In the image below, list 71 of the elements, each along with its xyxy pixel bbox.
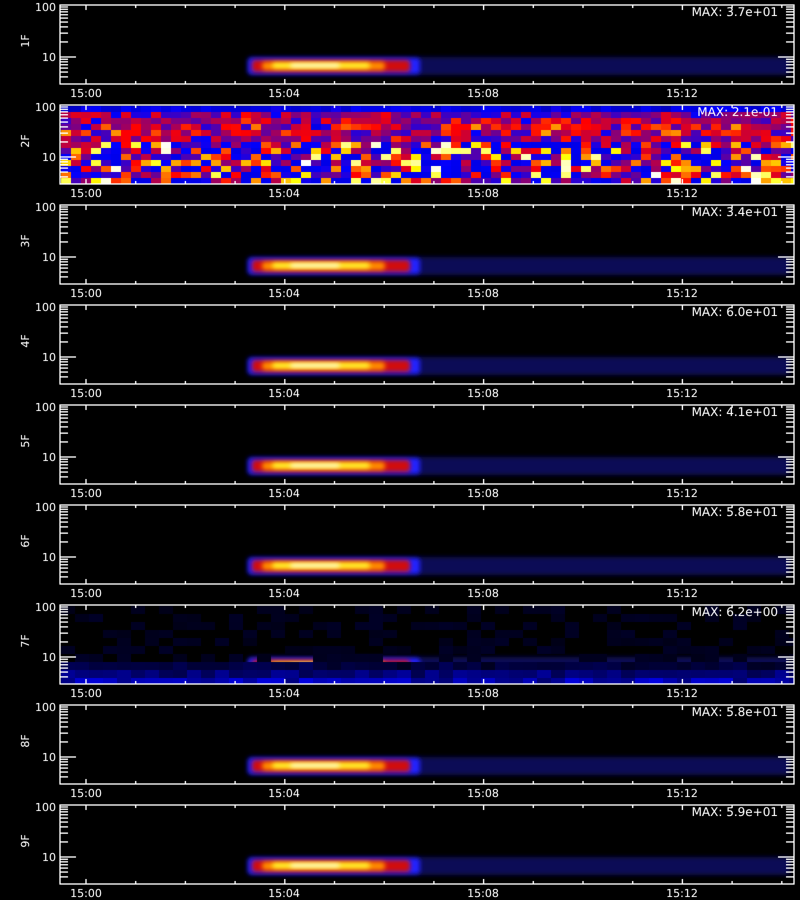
x-tick-label: 15:04	[268, 587, 300, 600]
x-tick-label: 15:04	[268, 887, 300, 900]
x-tick-label: 15:04	[268, 787, 300, 800]
x-tick-label: 15:08	[467, 487, 499, 500]
x-tick-label: 15:04	[268, 287, 300, 300]
y-tick-label: 100	[35, 501, 56, 514]
x-tick-label: 15:00	[70, 287, 102, 300]
x-tick-label: 15:04	[268, 687, 300, 700]
max-value-label: MAX: 6.0e+01	[692, 305, 778, 319]
x-tick-label: 15:12	[666, 887, 698, 900]
max-value-label: MAX: 6.2e+00	[692, 605, 778, 619]
x-tick-label: 15:00	[70, 387, 102, 400]
channel-label: 3F	[19, 234, 32, 248]
channel-label: 5F	[19, 434, 32, 448]
x-tick-label: 15:04	[268, 87, 300, 100]
x-tick-label: 15:00	[70, 87, 102, 100]
channel-label: 9F	[19, 834, 32, 848]
max-value-label: MAX: 5.8e+01	[692, 705, 778, 719]
channel-label: 8F	[19, 734, 32, 748]
x-tick-label: 15:04	[268, 487, 300, 500]
x-tick-label: 15:08	[467, 387, 499, 400]
x-tick-label: 15:12	[666, 87, 698, 100]
y-tick-label: 10	[42, 351, 56, 364]
x-tick-label: 15:00	[70, 587, 102, 600]
x-tick-label: 15:00	[70, 687, 102, 700]
x-tick-label: 15:08	[467, 187, 499, 200]
x-tick-label: 15:00	[70, 187, 102, 200]
channel-label: 7F	[19, 634, 32, 648]
y-tick-label: 10	[42, 551, 56, 564]
y-tick-label: 100	[35, 701, 56, 714]
x-tick-label: 15:12	[666, 487, 698, 500]
y-tick-label: 100	[35, 101, 56, 114]
y-tick-label: 100	[35, 1, 56, 14]
max-value-label: MAX: 3.4e+01	[692, 205, 778, 219]
y-tick-label: 100	[35, 601, 56, 614]
x-tick-label: 15:12	[666, 687, 698, 700]
channel-label: 4F	[19, 334, 32, 348]
x-tick-label: 15:12	[666, 387, 698, 400]
max-value-label: MAX: 3.7e+01	[692, 5, 778, 19]
y-tick-label: 100	[35, 401, 56, 414]
y-tick-label: 10	[42, 751, 56, 764]
x-tick-label: 15:08	[467, 787, 499, 800]
y-tick-label: 10	[42, 851, 56, 864]
y-tick-label: 100	[35, 801, 56, 814]
x-tick-label: 15:12	[666, 287, 698, 300]
y-tick-label: 10	[42, 151, 56, 164]
x-tick-label: 15:00	[70, 787, 102, 800]
x-tick-label: 15:04	[268, 387, 300, 400]
channel-label: 1F	[19, 34, 32, 48]
x-tick-label: 15:12	[666, 787, 698, 800]
max-value-label: MAX: 4.1e+01	[692, 405, 778, 419]
y-tick-label: 100	[35, 201, 56, 214]
x-tick-label: 15:12	[666, 587, 698, 600]
x-tick-label: 15:08	[467, 887, 499, 900]
max-value-label: MAX: 5.8e+01	[692, 505, 778, 519]
y-tick-label: 100	[35, 301, 56, 314]
x-tick-label: 15:00	[70, 887, 102, 900]
x-tick-label: 15:08	[467, 687, 499, 700]
x-tick-label: 15:00	[70, 487, 102, 500]
x-tick-label: 15:08	[467, 87, 499, 100]
x-tick-label: 15:08	[467, 287, 499, 300]
y-tick-label: 10	[42, 651, 56, 664]
x-tick-label: 15:12	[666, 187, 698, 200]
y-tick-label: 10	[42, 51, 56, 64]
y-tick-label: 10	[42, 451, 56, 464]
x-tick-label: 15:04	[268, 187, 300, 200]
channel-label: 2F	[19, 134, 32, 148]
max-value-label: MAX: 5.9e+01	[692, 805, 778, 819]
channel-label: 6F	[19, 534, 32, 548]
x-tick-label: 15:08	[467, 587, 499, 600]
y-tick-label: 10	[42, 251, 56, 264]
